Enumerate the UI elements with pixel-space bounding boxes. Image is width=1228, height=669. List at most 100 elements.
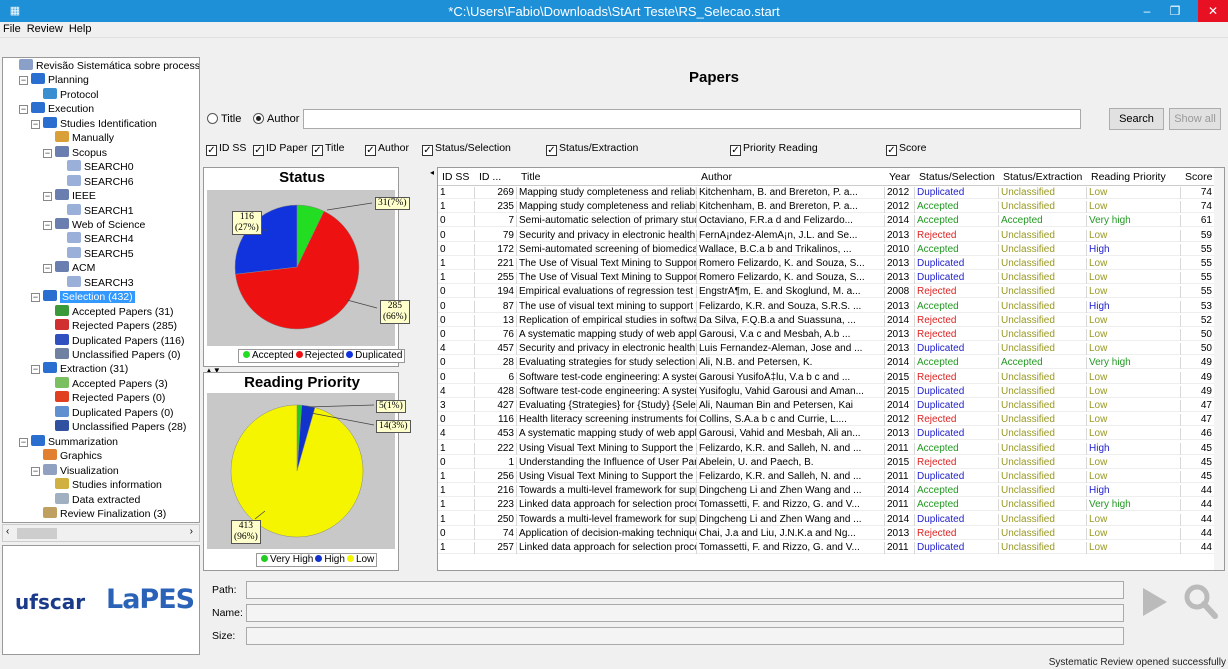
column-toggle-checkbox[interactable]: ✓ ID SS xyxy=(206,141,246,156)
column-header[interactable]: Score xyxy=(1185,171,1212,183)
path-field[interactable] xyxy=(246,581,1124,599)
tree-item[interactable]: Rejected Papers (285) xyxy=(55,319,177,333)
collapse-toggle-icon[interactable]: − xyxy=(31,119,40,129)
tree-item[interactable]: Web of Science xyxy=(55,217,145,232)
table-row[interactable]: 0 79 Security and privacy in electronic he… xyxy=(438,229,1215,242)
table-row[interactable]: 0 28 Evaluating strategies for study selec… xyxy=(438,357,1215,370)
papers-table[interactable]: ID SS ID ... Title Author Year Status/Selecti… xyxy=(437,167,1225,571)
column-header[interactable]: Author xyxy=(701,171,732,183)
column-toggle-checkbox[interactable]: ✓ Priority Reading xyxy=(730,141,818,156)
tree-item[interactable]: Rejected Papers (0) xyxy=(55,391,165,405)
collapse-toggle-icon[interactable]: − xyxy=(43,148,52,158)
radio-title[interactable] xyxy=(207,113,218,124)
table-row[interactable]: 0 6 Software test-code engineering: A syst… xyxy=(438,371,1215,384)
tree-item[interactable]: SEARCH4 xyxy=(67,232,134,246)
tree-item[interactable]: ACM xyxy=(55,261,95,275)
table-vertical-scrollbar[interactable] xyxy=(1214,168,1224,570)
tree-item[interactable]: SEARCH6 xyxy=(67,174,134,189)
tree-item[interactable]: Planning xyxy=(31,73,89,87)
column-toggle-checkbox[interactable]: ✓ Author xyxy=(365,141,409,156)
tree-horizontal-scrollbar[interactable]: ‹ › xyxy=(2,524,200,542)
magnifier-icon[interactable] xyxy=(1181,582,1221,622)
column-header[interactable]: ID ... xyxy=(479,171,501,183)
tree-item[interactable]: Extraction (31) xyxy=(43,362,128,376)
column-header[interactable]: Title xyxy=(521,171,540,183)
maximize-button[interactable]: ❐ xyxy=(1162,0,1188,22)
tree-item[interactable]: Scopus xyxy=(55,145,107,160)
table-row[interactable]: 0 76 A systematic mapping study of web app… xyxy=(438,329,1215,341)
splitter-left-arrow-icon[interactable]: ◂ xyxy=(430,168,434,177)
tree-item[interactable]: SEARCH5 xyxy=(67,246,134,261)
tree-item[interactable]: Duplicated Papers (0) xyxy=(55,405,174,420)
collapse-toggle-icon[interactable]: − xyxy=(43,192,52,202)
tree-item[interactable]: Studies information xyxy=(55,478,162,492)
table-row[interactable]: 1 216 Towards a multi-level framework for … xyxy=(438,485,1215,498)
column-toggle-checkbox[interactable]: ✓ Status/Extraction xyxy=(546,141,638,156)
scroll-thumb[interactable] xyxy=(17,528,57,539)
tree-item[interactable]: Selection (432) xyxy=(43,290,135,304)
tree-item[interactable]: Graphics xyxy=(43,449,102,463)
tree-item[interactable]: Accepted Papers (3) xyxy=(55,376,168,391)
table-row[interactable]: 0 172 Semi-automated screening of biomedic… xyxy=(438,243,1215,256)
table-row[interactable]: 1 235 Mapping study completeness and relia… xyxy=(438,201,1215,214)
tree-item[interactable]: Summarization xyxy=(31,434,118,449)
menu-file[interactable]: File xyxy=(0,22,24,36)
tree-item[interactable]: SEARCH0 xyxy=(67,160,134,174)
table-row[interactable]: 3 427 Evaluating {Strategies} for {Study} … xyxy=(438,400,1215,412)
tree-item[interactable]: Accepted Papers (31) xyxy=(55,304,174,319)
table-row[interactable]: 1 256 Using Visual Text Mining to Support … xyxy=(438,471,1215,483)
column-toggle-checkbox[interactable]: ✓ Status/Selection xyxy=(422,141,511,156)
table-row[interactable]: 0 1 Understanding the Influence of User Pa… xyxy=(438,456,1215,469)
show-all-button[interactable]: Show all xyxy=(1169,108,1221,130)
table-row[interactable]: 4 457 Security and privacy in electronic h… xyxy=(438,343,1215,356)
tree-item[interactable]: Execution xyxy=(31,102,94,116)
tree-item[interactable]: SEARCH3 xyxy=(67,275,134,290)
table-row[interactable]: 0 74 Application of decision-making techni… xyxy=(438,527,1215,540)
tree-item[interactable]: IEEE xyxy=(55,189,96,203)
scroll-left-icon[interactable]: ‹ xyxy=(6,526,9,537)
column-header[interactable]: Status/Extraction xyxy=(1003,171,1082,183)
scroll-right-icon[interactable]: › xyxy=(190,526,193,537)
table-row[interactable]: 1 250 Towards a multi-level framework for … xyxy=(438,513,1215,526)
column-header[interactable]: Status/Selection xyxy=(919,171,995,183)
tree-item[interactable]: Data extracted xyxy=(55,492,140,507)
tree-item[interactable]: Manually xyxy=(55,131,114,145)
column-header[interactable]: ID SS xyxy=(442,171,469,183)
table-row[interactable]: 0 13 Replication of empirical studies in s… xyxy=(438,314,1215,327)
table-row[interactable]: 4 453 A systematic mapping study of web ap… xyxy=(438,428,1215,441)
minimize-button[interactable]: – xyxy=(1134,0,1160,22)
column-toggle-checkbox[interactable]: ✓ Score xyxy=(886,141,926,156)
tree-item[interactable]: SEARCH1 xyxy=(67,203,134,218)
name-field[interactable] xyxy=(246,604,1124,622)
tree-item[interactable]: Protocol xyxy=(43,87,99,102)
close-button[interactable]: ✕ xyxy=(1198,0,1228,22)
column-header[interactable]: Year xyxy=(889,171,910,183)
search-button[interactable]: Search xyxy=(1109,108,1164,130)
collapse-toggle-icon[interactable]: − xyxy=(43,220,52,230)
collapse-toggle-icon[interactable]: − xyxy=(31,293,40,303)
table-row[interactable]: 0 7 Semi-automatic selection of primary st… xyxy=(438,215,1215,228)
column-toggle-checkbox[interactable]: ✓ ID Paper xyxy=(253,141,307,156)
table-row[interactable]: 1 269 Mapping study completeness and relia… xyxy=(438,187,1215,199)
table-row[interactable]: 1 222 Using Visual Text Mining to Support … xyxy=(438,442,1215,455)
tree-item[interactable]: Duplicated Papers (116) xyxy=(55,333,184,348)
tree-item[interactable]: Review Finalization (3) xyxy=(43,506,166,521)
column-header[interactable]: Reading Priority xyxy=(1091,171,1166,183)
collapse-toggle-icon[interactable]: − xyxy=(19,105,28,115)
table-row[interactable]: 1 255 The Use of Visual Text Mining to Sup… xyxy=(438,272,1215,285)
table-row[interactable]: 0 194 Empirical evaluations of regression … xyxy=(438,286,1215,299)
menu-help[interactable]: Help xyxy=(66,22,95,36)
column-toggle-checkbox[interactable]: ✓ Title xyxy=(312,141,344,156)
collapse-toggle-icon[interactable]: − xyxy=(43,264,52,274)
table-row[interactable]: 4 428 Software test-code engineering: A sy… xyxy=(438,385,1215,398)
menu-review[interactable]: Review xyxy=(24,22,66,36)
tree-item[interactable]: Studies Identification xyxy=(43,116,157,131)
play-icon[interactable] xyxy=(1135,584,1171,620)
table-row[interactable]: 1 257 Linked data approach for selection p… xyxy=(438,542,1215,554)
tree-item[interactable]: Unclassified Papers (0) xyxy=(55,348,181,362)
collapse-toggle-icon[interactable]: − xyxy=(31,365,40,375)
tree-item[interactable]: Visualization xyxy=(43,463,119,478)
tree-item[interactable]: Unclassified Papers (28) xyxy=(55,420,186,434)
radio-author[interactable] xyxy=(253,113,264,124)
table-row[interactable]: 0 87 The use of visual text mining to supp… xyxy=(438,300,1215,313)
